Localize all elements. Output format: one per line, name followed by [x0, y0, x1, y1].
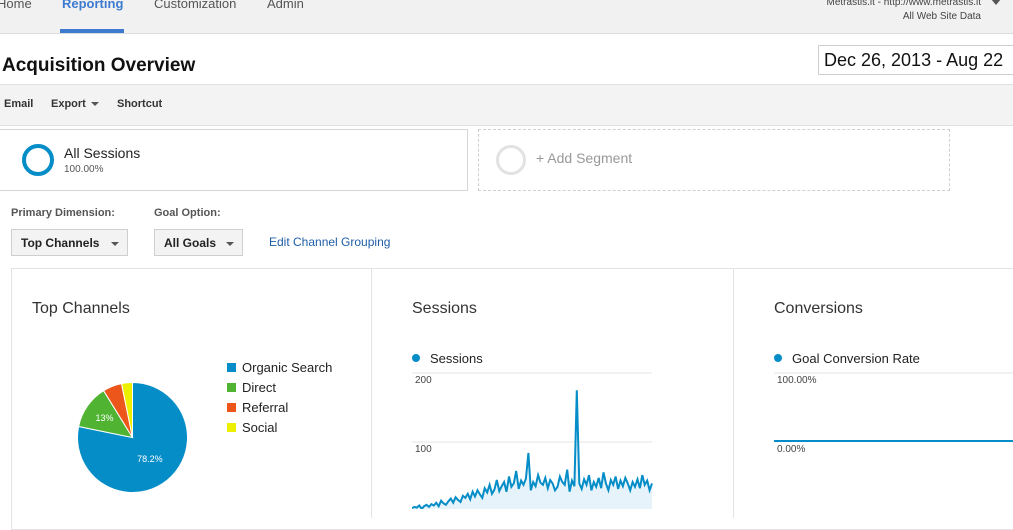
- account-view: All Web Site Data: [902, 11, 981, 22]
- pie-data-label: 13%: [96, 413, 114, 423]
- top-navigation: Home Reporting Customization Admin Metra…: [0, 0, 1013, 34]
- shortcut-button[interactable]: Shortcut: [117, 98, 162, 110]
- legend-item-direct[interactable]: Direct: [227, 380, 276, 395]
- legend-item-social[interactable]: Social: [227, 420, 277, 435]
- segment-ring-icon: [22, 144, 54, 176]
- legend-item-referral[interactable]: Referral: [227, 400, 288, 415]
- email-button[interactable]: Email: [4, 98, 33, 110]
- chevron-down-icon: [111, 242, 119, 246]
- nav-home[interactable]: Home: [0, 0, 32, 11]
- goal-option-value: All Goals: [164, 236, 217, 250]
- segment-ring-icon: [496, 145, 526, 175]
- active-tab-indicator: [60, 29, 124, 33]
- goal-option-label: Goal Option:: [154, 207, 221, 219]
- sessions-legend-label: Sessions: [430, 351, 483, 366]
- conversions-title: Conversions: [774, 300, 863, 317]
- page-title: Acquisition Overview: [2, 55, 196, 76]
- sessions-area-fill: [412, 390, 652, 509]
- primary-dimension-select[interactable]: Top Channels: [11, 229, 128, 256]
- legend-swatch: [227, 363, 236, 372]
- panel-divider: [371, 268, 372, 518]
- conversions-legend-label: Goal Conversion Rate: [792, 351, 920, 366]
- report-toolbar: Email Export Shortcut: [0, 84, 1013, 126]
- series-dot-icon: [412, 354, 420, 362]
- sessions-legend: Sessions: [412, 351, 483, 366]
- series-dot-icon: [774, 354, 782, 362]
- legend-swatch: [227, 383, 236, 392]
- goal-option-select[interactable]: All Goals: [154, 229, 243, 256]
- segment-percentage: 100.00%: [64, 164, 104, 175]
- primary-dimension-label: Primary Dimension:: [11, 207, 115, 219]
- legend-swatch: [227, 423, 236, 432]
- date-range-picker[interactable]: Dec 26, 2013 - Aug 22: [818, 45, 1013, 75]
- export-button[interactable]: Export: [51, 98, 99, 110]
- nav-admin[interactable]: Admin: [267, 0, 304, 11]
- panel-divider: [733, 268, 734, 518]
- segment-all-sessions[interactable]: All Sessions 100.00%: [0, 129, 468, 191]
- sessions-title: Sessions: [412, 300, 477, 317]
- segment-name: All Sessions: [64, 145, 141, 161]
- legend-label: Social: [242, 420, 278, 435]
- primary-dimension-value: Top Channels: [21, 236, 100, 250]
- legend-label: Referral: [242, 400, 289, 415]
- top-channels-title: Top Channels: [32, 300, 130, 317]
- edit-channel-grouping-link[interactable]: Edit Channel Grouping: [269, 235, 390, 249]
- add-segment-label: + Add Segment: [536, 150, 633, 166]
- legend-item-organic-search[interactable]: Organic Search: [227, 360, 332, 375]
- sessions-area-chart[interactable]: [412, 371, 654, 509]
- pie-data-label: 78.2%: [137, 454, 163, 464]
- nav-reporting[interactable]: Reporting: [62, 0, 123, 11]
- chevron-down-icon: [90, 102, 99, 107]
- chevron-down-icon[interactable]: [991, 0, 1001, 5]
- legend-label: Direct: [242, 380, 276, 395]
- export-label: Export: [51, 98, 86, 110]
- add-segment-button[interactable]: + Add Segment: [478, 129, 950, 191]
- legend-swatch: [227, 403, 236, 412]
- account-selector[interactable]: Metrastis.lt - http://www.metrastis.lt A…: [827, 0, 981, 24]
- chevron-down-icon: [226, 242, 234, 246]
- conversions-line-chart[interactable]: [774, 371, 1013, 451]
- nav-customization[interactable]: Customization: [154, 0, 236, 11]
- top-channels-pie-chart[interactable]: 78.2% 13%: [70, 375, 195, 500]
- conversions-legend: Goal Conversion Rate: [774, 351, 920, 366]
- legend-label: Organic Search: [242, 360, 333, 375]
- account-site: Metrastis.lt - http://www.metrastis.lt: [826, 0, 981, 8]
